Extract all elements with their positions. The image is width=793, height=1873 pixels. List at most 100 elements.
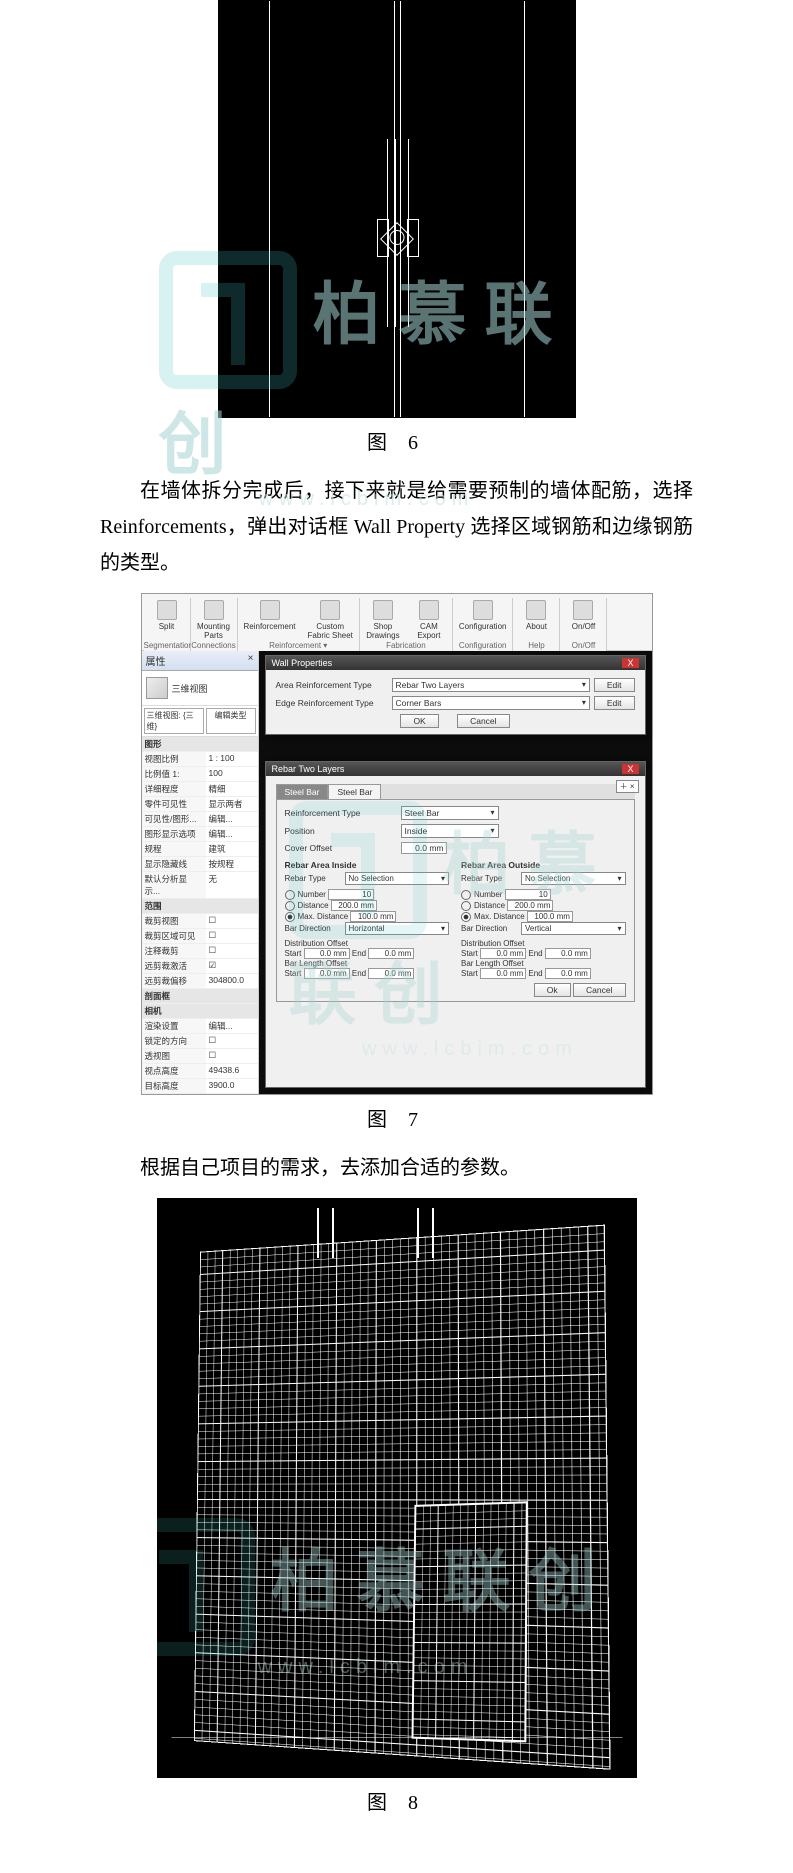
ribbon-icon bbox=[204, 600, 224, 620]
prop-row[interactable]: 裁剪视图☐ bbox=[142, 914, 258, 929]
distance-out-input[interactable]: 200.0 mm bbox=[507, 900, 553, 911]
prop-row[interactable]: 比例值 1:100 bbox=[142, 767, 258, 782]
rebar-type-out-select[interactable]: No Selection bbox=[521, 872, 626, 885]
ribbon-icon bbox=[373, 600, 393, 620]
bardir-out-select[interactable]: Vertical bbox=[521, 922, 626, 935]
edge-reinf-label: Edge Reinforcement Type bbox=[276, 698, 388, 708]
edge-reinf-edit-button[interactable]: Edit bbox=[594, 696, 635, 710]
prop-row[interactable]: 默认分析显示...无 bbox=[142, 872, 258, 899]
number-out-input[interactable]: 10 bbox=[505, 889, 551, 900]
distance-in-input[interactable]: 200.0 mm bbox=[331, 900, 377, 911]
ribbon: SplitSegmentationMountingPartsConnection… bbox=[142, 594, 652, 651]
tab-steel-bar-2[interactable]: Steel Bar bbox=[328, 784, 381, 799]
ribbon-group-label: Configuration bbox=[453, 641, 513, 651]
distoff-start-in[interactable]: 0.0 mm bbox=[304, 948, 350, 959]
rebar-dialog-title: Rebar Two Layers bbox=[272, 764, 345, 774]
area-reinf-label: Area Reinforcement Type bbox=[276, 680, 388, 690]
distoff-end-out[interactable]: 0.0 mm bbox=[545, 948, 591, 959]
prop-section-header: 图形 bbox=[142, 737, 258, 751]
ribbon-group-label: On/Off bbox=[560, 641, 606, 651]
edit-type-button[interactable]: 编辑类型 bbox=[206, 708, 256, 734]
rebar-dialog: Rebar Two Layers X ＋ × Steel Bar Steel Ba… bbox=[265, 761, 646, 1088]
cancel-button[interactable]: Cancel bbox=[457, 714, 509, 728]
prop-row[interactable]: 图形显示选项编辑... bbox=[142, 827, 258, 842]
figure-8-image: 柏慕联创 www.lcbim.com bbox=[157, 1198, 637, 1778]
paragraph-1: 在墙体拆分完成后，接下来就是给需要预制的墙体配筋，选择 Reinforcemen… bbox=[100, 473, 693, 581]
prop-section-header: 范围 bbox=[142, 899, 258, 913]
maxdist-radio-out[interactable] bbox=[461, 912, 471, 922]
ok-button[interactable]: Ok bbox=[534, 983, 571, 997]
ribbon-icon bbox=[473, 600, 493, 620]
prop-row[interactable]: 目标高度3900.0 bbox=[142, 1079, 258, 1094]
number-radio-out[interactable] bbox=[461, 890, 471, 900]
wall-properties-dialog: Wall Properties X Area Reinforcement Type… bbox=[265, 655, 646, 735]
ok-button[interactable]: OK bbox=[400, 714, 438, 728]
position-select[interactable]: Inside bbox=[401, 824, 499, 838]
ribbon-group-label: Fabrication bbox=[360, 641, 452, 651]
prop-row[interactable]: 显示隐藏线按规程 bbox=[142, 857, 258, 872]
reinf-type-select[interactable]: Steel Bar bbox=[401, 806, 499, 820]
ribbon-icon bbox=[320, 600, 340, 620]
ribbon-icon bbox=[419, 600, 439, 620]
prop-row[interactable]: 注释裁剪☐ bbox=[142, 944, 258, 959]
close-icon[interactable]: X bbox=[622, 658, 638, 668]
prop-row[interactable]: 零件可见性显示两者 bbox=[142, 797, 258, 812]
ribbon-group-label: Help bbox=[513, 641, 559, 651]
distance-radio[interactable] bbox=[285, 901, 295, 911]
figure-6-image: 柏慕联创 www.lcbim.com bbox=[218, 0, 576, 418]
maxdist-in-input[interactable]: 100.0 mm bbox=[350, 911, 396, 922]
maxdist-out-input[interactable]: 100.0 mm bbox=[527, 911, 573, 922]
paragraph-2: 根据自己项目的需求，去添加合适的参数。 bbox=[100, 1150, 693, 1186]
cover-offset-input[interactable]: 0.0 mm bbox=[401, 842, 447, 854]
prop-row[interactable]: 渲染设置编辑... bbox=[142, 1019, 258, 1034]
view-cube-icon bbox=[146, 677, 168, 699]
view-type: 三维视图 bbox=[172, 682, 208, 695]
figure-6-caption: 图 6 bbox=[100, 426, 693, 455]
area-reinf-select[interactable]: Rebar Two Layers bbox=[392, 678, 590, 692]
wall-properties-title: Wall Properties bbox=[272, 658, 333, 668]
ribbon-icon bbox=[157, 600, 177, 620]
barlen-end-out[interactable]: 0.0 mm bbox=[545, 968, 591, 979]
ribbon-group-label: Reinforcement ▾ bbox=[238, 641, 359, 651]
distoff-end-in[interactable]: 0.0 mm bbox=[368, 948, 414, 959]
prop-row[interactable]: 详细程度精细 bbox=[142, 782, 258, 797]
ribbon-icon bbox=[260, 600, 280, 620]
close-icon[interactable]: × bbox=[248, 653, 254, 664]
cancel-button[interactable]: Cancel bbox=[573, 983, 625, 997]
ribbon-group-label: Connections bbox=[191, 641, 237, 651]
area-reinf-edit-button[interactable]: Edit bbox=[594, 678, 635, 692]
view-selector[interactable]: 三维视图: {三维} bbox=[144, 708, 204, 734]
bardir-in-select[interactable]: Horizontal bbox=[345, 922, 450, 935]
ribbon-group-label: Segmentation bbox=[144, 641, 190, 651]
figure-7-caption: 图 7 bbox=[100, 1103, 693, 1132]
ribbon-icon bbox=[526, 600, 546, 620]
prop-row[interactable]: 远剪裁激活☑ bbox=[142, 959, 258, 974]
barlen-start-out[interactable]: 0.0 mm bbox=[480, 968, 526, 979]
add-remove-buttons[interactable]: ＋ × bbox=[616, 780, 639, 793]
number-in-input[interactable]: 10 bbox=[328, 889, 374, 900]
prop-row[interactable]: 视点高度49438.6 bbox=[142, 1064, 258, 1079]
prop-row[interactable]: 远剪裁偏移304800.0 bbox=[142, 974, 258, 989]
number-radio[interactable] bbox=[285, 890, 295, 900]
prop-row[interactable]: 锁定的方向☐ bbox=[142, 1034, 258, 1049]
prop-row[interactable]: 透视图☐ bbox=[142, 1049, 258, 1064]
barlen-start-in[interactable]: 0.0 mm bbox=[304, 968, 350, 979]
distance-radio-out[interactable] bbox=[461, 901, 471, 911]
prop-row[interactable]: 可见性/图形...编辑... bbox=[142, 812, 258, 827]
prop-section-header: 相机 bbox=[142, 1004, 258, 1018]
properties-panel: 属性 × 三维视图 三维视图: {三维} 编辑类型 图形视图比例1 : 100比例… bbox=[142, 651, 259, 1094]
prop-row[interactable]: 视图比例1 : 100 bbox=[142, 752, 258, 767]
properties-title: 属性 bbox=[146, 657, 166, 668]
close-icon[interactable]: X bbox=[622, 764, 638, 774]
ribbon-icon bbox=[573, 600, 593, 620]
tab-steel-bar-1[interactable]: Steel Bar bbox=[276, 784, 329, 799]
rebar-type-in-select[interactable]: No Selection bbox=[345, 872, 450, 885]
barlen-end-in[interactable]: 0.0 mm bbox=[368, 968, 414, 979]
distoff-start-out[interactable]: 0.0 mm bbox=[480, 948, 526, 959]
prop-row[interactable]: 裁剪区域可见☐ bbox=[142, 929, 258, 944]
edge-reinf-select[interactable]: Corner Bars bbox=[392, 696, 590, 710]
maxdist-radio[interactable] bbox=[285, 912, 295, 922]
prop-row[interactable]: 规程建筑 bbox=[142, 842, 258, 857]
figure-7-image: SplitSegmentationMountingPartsConnection… bbox=[141, 593, 653, 1095]
prop-section-header: 剖面框 bbox=[142, 989, 258, 1003]
